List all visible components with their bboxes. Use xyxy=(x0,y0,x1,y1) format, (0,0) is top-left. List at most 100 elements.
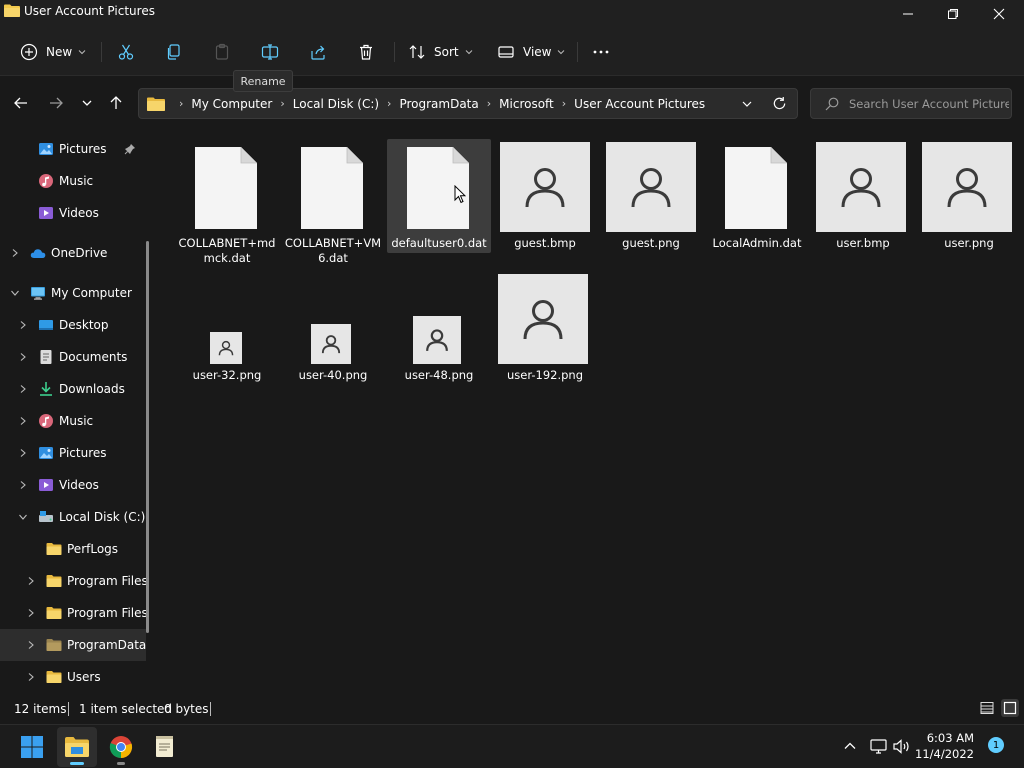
sort-button[interactable]: Sort xyxy=(408,38,473,66)
chevron-right-icon xyxy=(20,321,26,329)
search-input[interactable] xyxy=(849,95,1009,113)
chevron-down-icon[interactable] xyxy=(741,98,753,110)
file-item[interactable]: user-40.png xyxy=(281,271,385,391)
file-item[interactable]: user.png xyxy=(917,139,1021,269)
breadcrumb-my-computer[interactable]: My Computer xyxy=(191,97,272,111)
file-item[interactable]: user.bmp xyxy=(811,139,915,269)
file-name: COLLABNET+VM6.dat xyxy=(284,236,382,265)
chevron-right-icon xyxy=(20,481,26,489)
sidebar-item-onedrive[interactable]: OneDrive xyxy=(0,237,146,269)
chevron-down-icon xyxy=(19,514,27,520)
more-options-button[interactable] xyxy=(592,38,610,66)
sidebar-item-label: Program Files xyxy=(67,606,148,620)
file-item[interactable]: user-48.png xyxy=(387,271,491,391)
sidebar-item-documents[interactable]: Documents xyxy=(0,341,146,373)
taskbar-file-explorer[interactable] xyxy=(57,727,97,767)
share-button[interactable] xyxy=(309,38,327,66)
command-bar: New Sort View xyxy=(0,28,1024,76)
user-thumbnail xyxy=(311,324,351,364)
sidebar-item-local-disk[interactable]: Local Disk (C:) xyxy=(0,501,146,533)
rename-button[interactable] xyxy=(261,38,279,66)
pin-icon[interactable] xyxy=(124,143,136,155)
delete-button[interactable] xyxy=(357,38,375,66)
file-item-selected[interactable]: defaultuser0.dat xyxy=(387,139,491,269)
user-icon xyxy=(321,335,341,354)
sidebar-item-music-quick[interactable]: Music xyxy=(0,165,146,197)
new-button[interactable]: New xyxy=(20,38,86,66)
taskbar-chrome[interactable] xyxy=(101,727,141,767)
mouse-cursor-icon xyxy=(454,185,466,204)
sidebar-scrollbar[interactable] xyxy=(146,241,149,633)
address-bar[interactable]: › My Computer › Local Disk (C:) › Progra… xyxy=(138,88,798,119)
sidebar-item-program-files[interactable]: Program Files xyxy=(0,565,148,597)
breadcrumb-local-disk[interactable]: Local Disk (C:) xyxy=(293,97,379,111)
sidebar-item-label: Downloads xyxy=(59,382,125,396)
sidebar-item-label: Documents xyxy=(59,350,128,364)
file-item[interactable]: COLLABNET+VM6.dat xyxy=(281,139,385,269)
search-box[interactable] xyxy=(810,88,1012,119)
music-icon xyxy=(39,414,53,428)
large-icons-view-button[interactable] xyxy=(1001,699,1019,717)
clock[interactable]: 6:03 AM 11/4/2022 xyxy=(914,730,974,762)
show-hidden-icons-button[interactable] xyxy=(841,737,859,755)
sidebar-item-pictures-quick[interactable]: Pictures xyxy=(0,133,146,165)
recent-locations-button[interactable] xyxy=(77,93,97,113)
breadcrumb-user-account-pictures[interactable]: User Account Pictures xyxy=(574,97,705,111)
toolbar-separator xyxy=(577,42,578,62)
pictures-icon xyxy=(39,143,53,155)
refresh-icon[interactable] xyxy=(772,96,787,111)
sidebar-item-desktop[interactable]: Desktop xyxy=(0,309,146,341)
file-item[interactable]: guest.png xyxy=(599,139,703,269)
sidebar-item-label: OneDrive xyxy=(51,246,108,260)
chrome-icon xyxy=(109,736,133,759)
file-name: user-32.png xyxy=(192,368,262,382)
sidebar-item-label: My Computer xyxy=(51,286,132,300)
chevron-right-icon xyxy=(12,249,18,257)
file-item[interactable]: user-32.png xyxy=(175,271,279,391)
folder-icon xyxy=(46,607,62,619)
close-button[interactable] xyxy=(976,0,1022,28)
sidebar-item-program-files-x86[interactable]: Program Files xyxy=(0,597,148,629)
file-item[interactable]: COLLABNET+mdmck.dat xyxy=(175,139,279,269)
sidebar-item-perflogs[interactable]: PerfLogs xyxy=(0,533,146,565)
file-item[interactable]: user-192.png xyxy=(493,271,597,391)
sidebar-item-pictures[interactable]: Pictures xyxy=(0,437,146,469)
file-name: defaultuser0.dat xyxy=(391,236,487,250)
sidebar-item-downloads[interactable]: Downloads xyxy=(0,373,146,405)
user-thumbnail xyxy=(413,316,461,364)
notification-badge[interactable]: 1 xyxy=(988,737,1004,753)
file-item[interactable]: LocalAdmin.dat xyxy=(705,139,809,269)
up-button[interactable] xyxy=(106,93,126,113)
cloud-icon xyxy=(30,249,46,258)
paste-button[interactable] xyxy=(213,38,231,66)
network-button[interactable] xyxy=(869,737,887,755)
file-name: LocalAdmin.dat xyxy=(712,236,802,250)
status-bar: 12 items 1 item selected 0 bytes xyxy=(0,694,1024,724)
maximize-button[interactable] xyxy=(930,0,976,28)
cut-button[interactable] xyxy=(117,38,135,66)
chevron-right-icon: › xyxy=(387,97,392,110)
taskbar-notepad[interactable] xyxy=(145,727,185,767)
volume-button[interactable] xyxy=(893,737,911,755)
sidebar-item-music[interactable]: Music xyxy=(0,405,146,437)
sidebar-item-users[interactable]: Users xyxy=(0,661,146,693)
document-icon xyxy=(725,147,787,229)
documents-icon xyxy=(40,350,52,364)
view-button[interactable]: View xyxy=(497,38,565,66)
file-item[interactable]: guest.bmp xyxy=(493,139,597,269)
user-icon xyxy=(631,168,671,208)
breadcrumb-programdata[interactable]: ProgramData xyxy=(399,97,478,111)
minimize-button[interactable] xyxy=(885,0,931,28)
sidebar-item-videos-quick[interactable]: Videos xyxy=(0,197,146,229)
breadcrumb-microsoft[interactable]: Microsoft xyxy=(499,97,554,111)
start-button[interactable] xyxy=(12,727,52,767)
forward-button[interactable] xyxy=(46,93,66,113)
sidebar-item-videos[interactable]: Videos xyxy=(0,469,146,501)
copy-button[interactable] xyxy=(165,38,183,66)
back-button[interactable] xyxy=(11,93,31,113)
sidebar-item-my-computer[interactable]: My Computer xyxy=(0,277,146,309)
details-view-button[interactable] xyxy=(978,699,996,717)
new-label: New xyxy=(46,45,73,59)
sidebar-item-programdata[interactable]: ProgramData xyxy=(0,629,146,661)
file-name: user.png xyxy=(944,236,994,250)
